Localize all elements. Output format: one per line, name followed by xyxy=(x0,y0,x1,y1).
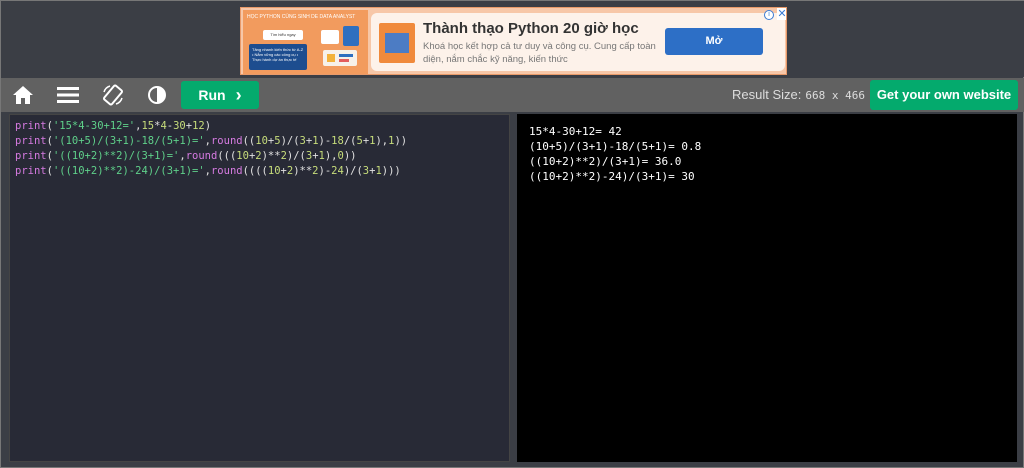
code-token: 10 xyxy=(236,150,249,162)
ad-banner[interactable]: HỌC PYTHON CÙNG SINH DE DATA ANALYST Tìm… xyxy=(240,7,787,75)
code-token: )) xyxy=(394,135,408,147)
home-icon[interactable] xyxy=(11,83,35,107)
ad-thumbnail[interactable]: HỌC PYTHON CÙNG SINH DE DATA ANALYST Tìm… xyxy=(243,10,368,74)
code-token: print xyxy=(15,165,47,177)
code-token: 30 xyxy=(173,120,186,132)
ad-card[interactable]: Thành thạo Python 20 giờ học Khoá học kế… xyxy=(371,13,785,71)
code-line[interactable]: print('((10+2)**2)/(3+1)=',round(((10+2)… xyxy=(15,149,504,164)
ad-book-image xyxy=(379,23,415,63)
code-token: 10 xyxy=(255,135,268,147)
code-token: '(10+5)/(3+1)-18/(5+1)=' xyxy=(52,135,205,147)
code-token: '15*4-30+12=' xyxy=(52,120,136,132)
code-token: print xyxy=(15,120,47,132)
ad-thumb-panel: Tăng nhanh kiến thức từ A-Z • Nắm vững c… xyxy=(249,44,307,70)
code-token: round xyxy=(210,135,243,147)
code-token: (( xyxy=(242,135,256,147)
code-token: )** xyxy=(293,165,313,177)
ad-open-button[interactable]: Mở xyxy=(665,28,763,55)
code-token: 18 xyxy=(331,135,344,147)
code-token: 15 xyxy=(141,120,155,132)
output-line: 15*4-30+12= 42 xyxy=(529,125,622,138)
code-token: )- xyxy=(318,165,332,177)
result-size: Result Size: 668 x 466 xyxy=(732,87,865,102)
code-token: 10 xyxy=(267,165,281,177)
run-button[interactable]: Run › xyxy=(181,81,259,109)
code-token: 24 xyxy=(331,165,344,177)
toolbar: Run › Result Size: 668 x 466 Get your own… xyxy=(1,78,1024,112)
code-token: /( xyxy=(343,135,357,147)
code-token: print xyxy=(15,135,47,147)
code-token: )- xyxy=(318,135,332,147)
code-token: round xyxy=(185,150,218,162)
code-token: )) xyxy=(343,150,357,162)
code-line[interactable]: print('15*4-30+12=',15*4-30+12) xyxy=(15,119,504,134)
code-token: (((( xyxy=(242,165,268,177)
code-line[interactable]: print('((10+2)**2)-24)/(3+1)=',round((((… xyxy=(15,164,504,179)
code-token: round xyxy=(210,165,243,177)
rotate-icon[interactable] xyxy=(101,83,125,107)
ad-thumb-graphic xyxy=(321,26,359,66)
ad-close-icon[interactable]: ✕ xyxy=(777,8,786,20)
output-line: ((10+2)**2)/(3+1)= 36.0 xyxy=(529,155,682,168)
code-token: ((( xyxy=(217,150,237,162)
code-token: '((10+2)**2)/(3+1)=' xyxy=(52,150,180,162)
code-token: ), xyxy=(375,135,389,147)
code-token: ))) xyxy=(381,165,401,177)
code-token: ), xyxy=(324,150,338,162)
code-token: ) xyxy=(204,120,212,132)
result-output: 15*4-30+12= 42 (10+5)/(3+1)-18/(5+1)= 0.8… xyxy=(517,114,1017,462)
code-token: '((10+2)**2)-24)/(3+1)=' xyxy=(52,165,205,177)
ad-info-icon[interactable]: i xyxy=(764,10,774,20)
result-size-label: Result Size: xyxy=(732,87,802,102)
contrast-icon[interactable] xyxy=(145,83,169,107)
code-token: )/( xyxy=(280,135,300,147)
menu-icon[interactable] xyxy=(56,83,80,107)
chevron-right-icon: › xyxy=(235,85,242,105)
output-line: ((10+2)**2)-24)/(3+1)= 30 xyxy=(529,170,695,183)
code-token: )** xyxy=(261,150,281,162)
code-token: 12 xyxy=(192,120,205,132)
code-token: )/( xyxy=(286,150,306,162)
code-token: print xyxy=(15,150,47,162)
code-token: )/( xyxy=(343,165,363,177)
get-own-website-button[interactable]: Get your own website xyxy=(870,80,1018,110)
run-label: Run xyxy=(198,87,226,103)
output-line: (10+5)/(3+1)-18/(5+1)= 0.8 xyxy=(529,140,702,153)
ad-description: Khoá học kết hợp cả tư duy và công cụ. C… xyxy=(423,41,656,65)
result-size-value: 668 x 466 xyxy=(805,89,865,102)
code-editor[interactable]: print('15*4-30+12=',15*4-30+12) print('(1… xyxy=(9,114,510,462)
ad-banner-area: HỌC PYTHON CÙNG SINH DE DATA ANALYST Tìm… xyxy=(1,1,1024,77)
code-line[interactable]: print('(10+5)/(3+1)-18/(5+1)=',round((10… xyxy=(15,134,504,149)
ad-title[interactable]: Thành thạo Python 20 giờ học xyxy=(423,20,639,37)
ad-thumb-card: Tìm hiểu ngay xyxy=(263,30,303,40)
